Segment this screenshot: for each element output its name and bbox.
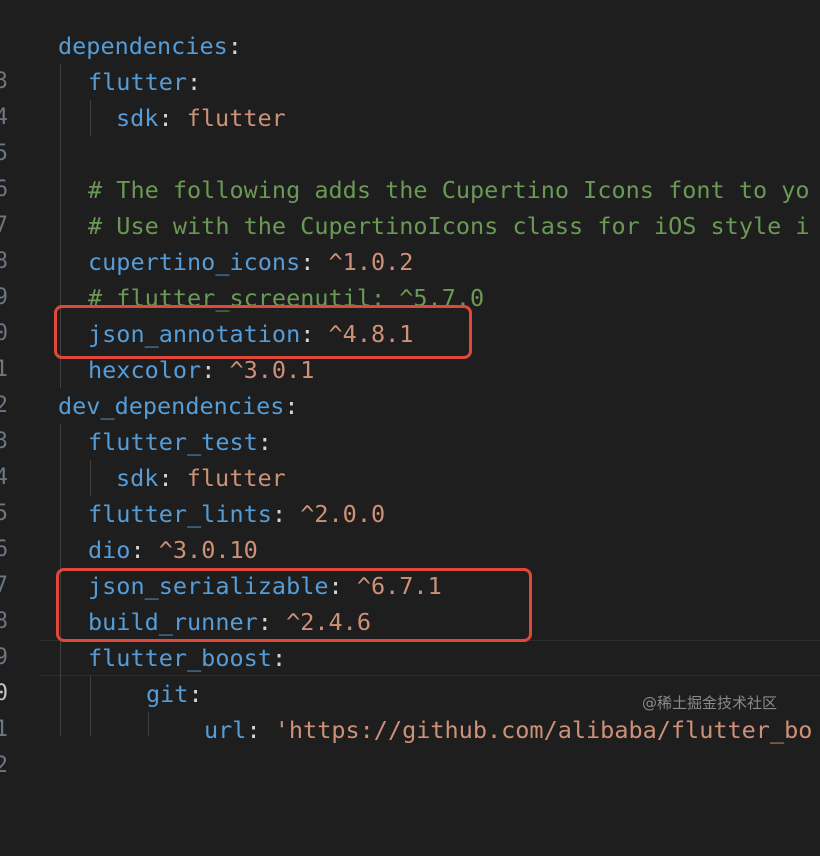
colon: : bbox=[158, 464, 173, 492]
code-line[interactable]: 4 flutter_test: bbox=[0, 424, 820, 490]
code-line[interactable]: 3 dev_dependencies: bbox=[0, 388, 820, 454]
yaml-key: sdk bbox=[116, 104, 159, 132]
watermark: @稀土掘金技术社区 bbox=[642, 694, 778, 712]
colon: : bbox=[257, 428, 272, 456]
yaml-value: flutter bbox=[172, 464, 286, 492]
yaml-key: dio bbox=[88, 536, 131, 564]
yaml-key: flutter_boost bbox=[88, 644, 272, 672]
code-line[interactable]: 6 bbox=[0, 136, 820, 202]
colon: : bbox=[187, 68, 202, 96]
yaml-key: flutter bbox=[88, 68, 188, 96]
colon: : bbox=[130, 536, 145, 564]
code-line[interactable]: 5 sdk: flutter bbox=[0, 100, 820, 166]
colon: : bbox=[271, 500, 287, 528]
code-line[interactable]: 5 sdk: flutter bbox=[0, 460, 820, 526]
yaml-value: flutter bbox=[172, 104, 286, 132]
code-line[interactable]: 7 dio: ^3.0.10 bbox=[0, 532, 820, 598]
yaml-key: url bbox=[204, 716, 247, 744]
yaml-key: sdk bbox=[116, 464, 159, 492]
yaml-key: cupertino_icons bbox=[88, 248, 301, 276]
comment: # The following adds the Cupertino Icons… bbox=[88, 176, 810, 204]
yaml-key: flutter_test bbox=[88, 428, 258, 456]
code-editor[interactable]: 3 dependencies: 4 flutter: 5 sdk: flutte… bbox=[0, 0, 820, 778]
line-number: 2 bbox=[0, 753, 8, 778]
yaml-key: flutter_lints bbox=[88, 500, 272, 528]
code-line[interactable]: 6 flutter_lints: ^2.0.0 bbox=[0, 496, 820, 562]
yaml-value: ^2.0.0 bbox=[286, 500, 386, 528]
code-line[interactable]: 9 cupertino_icons: ^1.0.2 bbox=[0, 244, 820, 310]
yaml-value: ^3.0.10 bbox=[144, 536, 258, 564]
code-line[interactable]: 8 # Use with the CupertinoIcons class fo… bbox=[0, 208, 820, 274]
annotation-box-serializable-build-runner bbox=[56, 568, 532, 642]
colon: : bbox=[188, 680, 203, 708]
colon: : bbox=[284, 392, 299, 420]
colon: : bbox=[201, 356, 216, 384]
colon: : bbox=[158, 104, 173, 132]
code-line[interactable]: 2 url: 'https://github.com/alibaba/flutt… bbox=[0, 712, 820, 778]
yaml-value: ^1.0.2 bbox=[314, 248, 414, 276]
yaml-key: dev_dependencies bbox=[58, 392, 285, 420]
code-line[interactable]: 4 flutter: bbox=[0, 64, 820, 130]
code-line[interactable]: 3 dependencies: bbox=[0, 28, 820, 94]
colon: : bbox=[271, 644, 287, 672]
colon: : bbox=[246, 716, 261, 744]
yaml-key: hexcolor bbox=[88, 356, 202, 384]
comment: # Use with the CupertinoIcons class for … bbox=[88, 212, 810, 240]
annotation-box-json-annotation bbox=[54, 305, 472, 359]
colon: : bbox=[300, 248, 315, 276]
code-line[interactable]: 7 # The following adds the Cupertino Ico… bbox=[0, 172, 820, 238]
colon: : bbox=[227, 32, 242, 60]
yaml-value: 'https://github.com/alibaba/flutter_bo bbox=[260, 716, 813, 744]
yaml-key: git bbox=[146, 680, 189, 708]
yaml-key: dependencies bbox=[58, 32, 228, 60]
yaml-value: ^3.0.1 bbox=[215, 356, 315, 384]
code-line[interactable]: 0 flutter_boost: bbox=[0, 640, 820, 706]
